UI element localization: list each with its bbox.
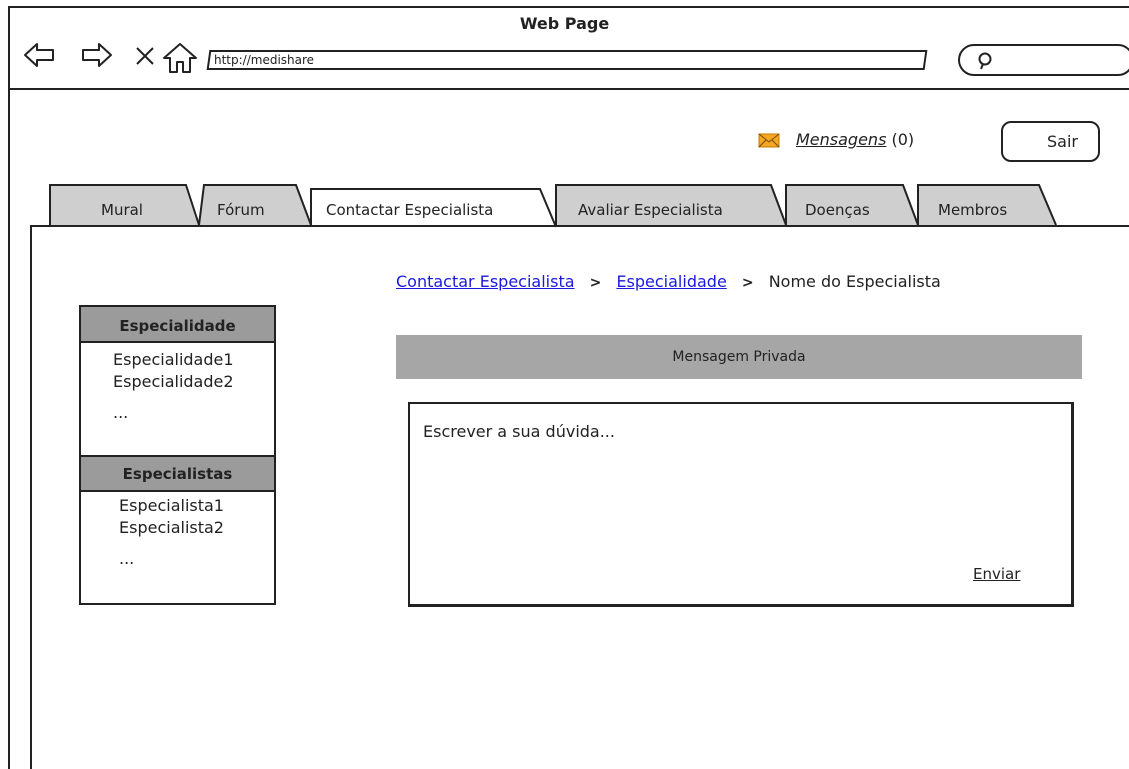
logout-button[interactable]: Sair: [1001, 121, 1100, 162]
messages-label[interactable]: Mensagens: [796, 130, 886, 149]
private-message-header: Mensagem Privada: [396, 335, 1082, 379]
close-icon[interactable]: [132, 40, 158, 70]
tab-doencas[interactable]: Doenças: [805, 201, 870, 219]
breadcrumb-separator: >: [589, 275, 602, 291]
breadcrumb: Contactar Especialista > Especialidade >…: [396, 272, 941, 291]
tab-contactar-especialista[interactable]: Contactar Especialista: [326, 201, 493, 219]
home-icon[interactable]: [162, 42, 198, 74]
window-title: Web Page: [519, 14, 610, 33]
chrome-divider: [10, 88, 1129, 90]
breadcrumb-especialidade[interactable]: Especialidade: [616, 272, 726, 291]
specialist-item[interactable]: Especialista1: [119, 495, 224, 517]
envelope-icon[interactable]: [758, 133, 780, 148]
forward-arrow-icon[interactable]: [80, 40, 114, 70]
specialist-item: ...: [119, 549, 135, 568]
address-bar[interactable]: http://medishare: [206, 50, 928, 70]
tab-forum[interactable]: Fórum: [217, 201, 265, 219]
breadcrumb-contactar-especialista[interactable]: Contactar Especialista: [396, 272, 575, 291]
tab-mural[interactable]: Mural: [101, 201, 143, 219]
address-bar-text: http://medishare: [214, 53, 315, 67]
messages-link[interactable]: Mensagens (0): [796, 130, 914, 149]
specialties-header: Especialidade: [79, 305, 276, 343]
back-arrow-icon[interactable]: [22, 40, 56, 70]
specialty-item[interactable]: Especialidade1: [113, 349, 234, 371]
specialist-item[interactable]: Especialista2: [119, 517, 224, 539]
breadcrumb-current: Nome do Especialista: [768, 272, 941, 291]
message-placeholder: Escrever a sua dúvida...: [423, 422, 615, 441]
specialists-header: Especialistas: [79, 455, 276, 492]
search-box[interactable]: [958, 44, 1129, 76]
specialty-item: ...: [113, 403, 129, 422]
specialty-item[interactable]: Especialidade2: [113, 371, 234, 393]
send-button[interactable]: Enviar: [973, 565, 1020, 583]
breadcrumb-separator: >: [741, 275, 754, 291]
tab-avaliar-especialista[interactable]: Avaliar Especialista: [578, 201, 723, 219]
messages-count: (0): [891, 130, 915, 149]
search-icon: [978, 52, 992, 70]
tab-membros[interactable]: Membros: [938, 201, 1007, 219]
